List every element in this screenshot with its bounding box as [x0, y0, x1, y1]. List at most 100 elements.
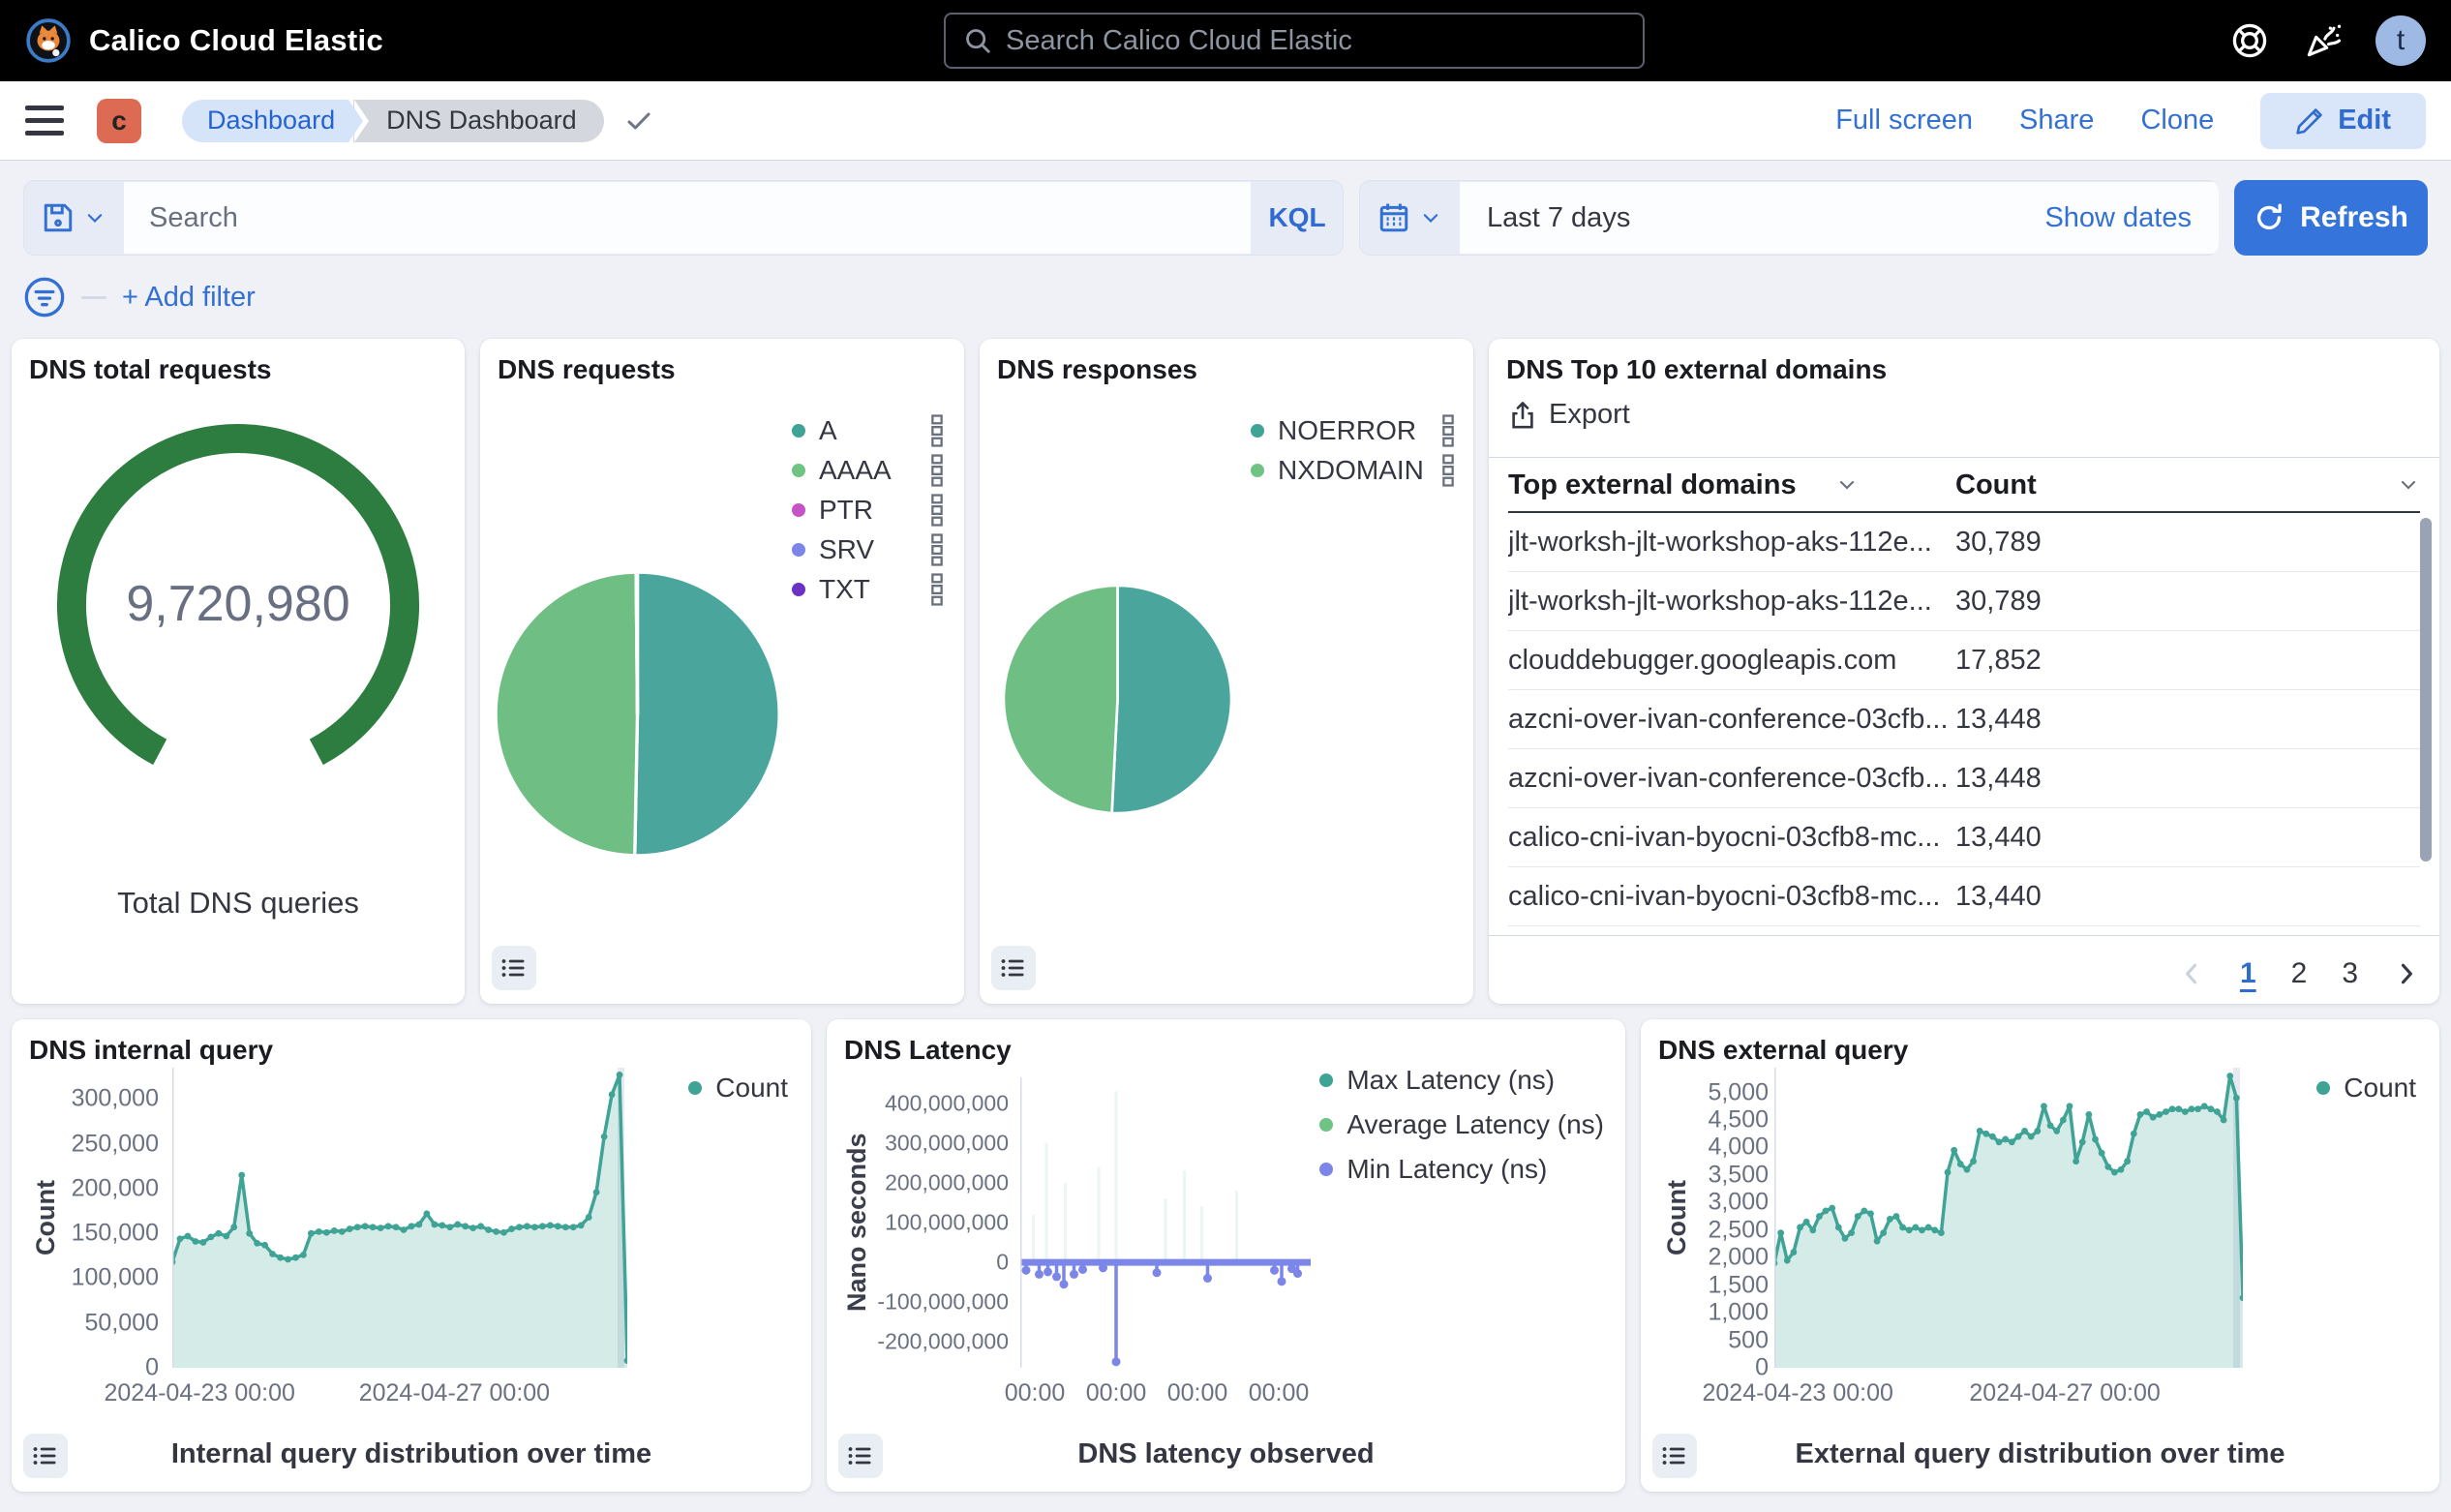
sort-chevron-icon[interactable]	[1835, 473, 1859, 497]
search-input[interactable]	[149, 202, 1226, 234]
legend-label: Min Latency (ns)	[1347, 1154, 1547, 1185]
panel-list-button[interactable]	[23, 1434, 68, 1478]
page-number-button[interactable]: 2	[2291, 957, 2308, 990]
count-cell: 30,789	[1955, 586, 2420, 618]
table-row: jlt-worksh-jlt-workshop-aks-112e...30,78…	[1508, 513, 2420, 572]
space-badge[interactable]: c	[97, 99, 141, 143]
legend-actions-icon[interactable]	[929, 494, 945, 527]
external-query-chart[interactable]	[1774, 1068, 2243, 1368]
saved-query-menu-button[interactable]	[23, 180, 124, 256]
breadcrumb-dashboard[interactable]: Dashboard	[182, 100, 348, 142]
panel-list-button[interactable]	[838, 1434, 883, 1478]
requests-pie-chart[interactable]	[490, 566, 785, 862]
legend-item[interactable]: Count	[2316, 1074, 2416, 1103]
calico-logo-icon	[25, 17, 72, 64]
full-screen-button[interactable]: Full screen	[1835, 105, 1973, 136]
legend-item[interactable]: AAAA	[792, 456, 945, 485]
x-axis-tick-label: 00:00	[1249, 1379, 1310, 1407]
panel-title[interactable]: DNS external query	[1658, 1035, 1908, 1066]
domain-cell: azcni-over-ivan-conference-03cfb...	[1508, 763, 1955, 795]
legend-item[interactable]: Average Latency (ns)	[1319, 1110, 1604, 1139]
export-button[interactable]: Export	[1508, 399, 1630, 431]
check-icon	[623, 106, 654, 136]
legend-item[interactable]: PTR	[792, 496, 945, 525]
panel-list-button[interactable]	[492, 946, 536, 990]
legend-item[interactable]: SRV	[792, 535, 945, 564]
legend-label: Max Latency (ns)	[1347, 1065, 1555, 1096]
x-axis-tick-label: 00:00	[1005, 1379, 1066, 1407]
legend-item[interactable]: NOERROR	[1251, 416, 1456, 445]
y-axis-tick-label: 250,000	[72, 1130, 159, 1158]
panel-title[interactable]: DNS responses	[997, 354, 1197, 385]
prev-page-icon[interactable]	[2178, 960, 2205, 987]
legend-label: TXT	[819, 574, 870, 605]
column-header-domains[interactable]: Top external domains	[1508, 469, 1797, 501]
legend-swatch	[792, 424, 805, 438]
column-header-count[interactable]: Count	[1955, 469, 2037, 501]
global-search[interactable]	[944, 13, 1645, 69]
chart-footer-title: DNS latency observed	[827, 1438, 1625, 1470]
user-avatar[interactable]: t	[2375, 15, 2426, 66]
whats-new-icon[interactable]	[2302, 19, 2345, 62]
y-axis-tick-label: 5,000	[1708, 1078, 1769, 1106]
panel-title[interactable]: DNS Top 10 external domains	[1506, 354, 1887, 385]
legend-actions-icon[interactable]	[929, 454, 945, 487]
panel-title[interactable]: DNS total requests	[29, 354, 272, 385]
legend-swatch	[1319, 1074, 1333, 1087]
x-axis-ticks: 2024-04-23 00:002024-04-27 00:00	[172, 1379, 627, 1412]
latency-chart[interactable]	[1020, 1077, 1311, 1368]
time-range-field[interactable]: Last 7 days Show dates	[1460, 182, 2219, 254]
chevron-down-icon	[1420, 207, 1441, 228]
legend-actions-icon[interactable]	[929, 573, 945, 606]
internal-query-chart[interactable]	[172, 1068, 627, 1368]
legend-item[interactable]: NXDOMAIN	[1251, 456, 1456, 485]
search-field[interactable]	[124, 182, 1251, 254]
table-scrollbar[interactable]	[2420, 518, 2432, 862]
next-page-icon[interactable]	[2393, 960, 2420, 987]
y-axis-tick-label: 4,000	[1708, 1134, 1769, 1162]
legend-actions-icon[interactable]	[929, 533, 945, 566]
legend-label: NOERROR	[1278, 415, 1416, 446]
filter-divider	[81, 296, 106, 299]
time-picker-menu-button[interactable]	[1359, 180, 1460, 256]
kql-button[interactable]: KQL	[1251, 180, 1344, 256]
chart-footer-title: External query distribution over time	[1641, 1438, 2439, 1470]
legend-actions-icon[interactable]	[1440, 454, 1456, 487]
panel-title[interactable]: DNS Latency	[844, 1035, 1012, 1066]
legend-actions-icon[interactable]	[929, 414, 945, 447]
legend-item[interactable]: Max Latency (ns)	[1319, 1066, 1604, 1095]
filter-icon[interactable]	[23, 276, 66, 318]
refresh-icon	[2254, 202, 2285, 233]
page-number-button[interactable]: 1	[2240, 957, 2256, 990]
page-number-button[interactable]: 3	[2342, 957, 2358, 990]
edit-button[interactable]: Edit	[2260, 93, 2426, 149]
domain-cell: azcni-over-ivan-conference-03cfb...	[1508, 704, 1955, 736]
legend-item[interactable]: TXT	[792, 575, 945, 604]
legend: NOERROR NXDOMAIN	[1251, 416, 1456, 485]
refresh-button[interactable]: Refresh	[2234, 180, 2428, 256]
legend: Count	[2316, 1074, 2416, 1103]
sort-chevron-icon[interactable]	[2397, 473, 2420, 497]
add-filter-button[interactable]: + Add filter	[122, 282, 256, 314]
y-axis-tick-label: 3,500	[1708, 1161, 1769, 1189]
domain-cell: calico-cni-ivan-byocni-03cfb8-mc...	[1508, 881, 1955, 913]
menu-icon[interactable]	[25, 106, 64, 136]
panel-list-button[interactable]	[1652, 1434, 1697, 1478]
legend-item[interactable]: A	[792, 416, 945, 445]
responses-pie-chart[interactable]	[999, 581, 1236, 818]
global-search-input[interactable]	[1006, 25, 1625, 57]
legend-actions-icon[interactable]	[1440, 414, 1456, 447]
help-icon[interactable]	[2228, 19, 2271, 62]
legend-item[interactable]: Min Latency (ns)	[1319, 1155, 1604, 1184]
panel-title[interactable]: DNS requests	[498, 354, 676, 385]
share-button[interactable]: Share	[2019, 105, 2094, 136]
table-pagination: 1 2 3	[2178, 957, 2420, 990]
panel-dns-latency: DNS Latency Max Latency (ns) Average Late…	[827, 1019, 1625, 1492]
show-dates-button[interactable]: Show dates	[2044, 202, 2192, 234]
app-title: Calico Cloud Elastic	[89, 23, 383, 58]
clone-button[interactable]: Clone	[2140, 105, 2214, 136]
legend-item[interactable]: Count	[688, 1074, 788, 1103]
panel-list-button[interactable]	[991, 946, 1036, 990]
panel-title[interactable]: DNS internal query	[29, 1035, 273, 1066]
refresh-label: Refresh	[2300, 201, 2408, 234]
